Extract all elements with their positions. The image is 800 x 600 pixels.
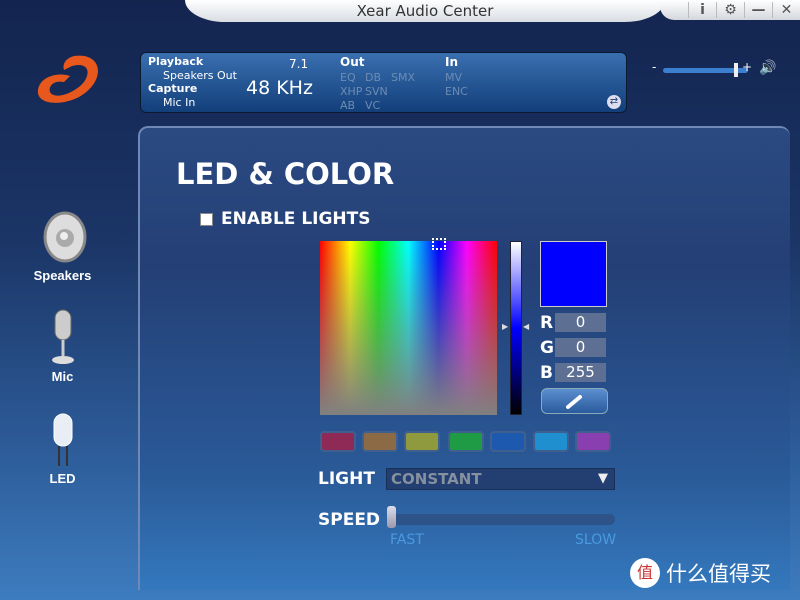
volume-minus: -	[652, 60, 657, 74]
g-input[interactable]: 0	[555, 338, 606, 357]
enable-lights-checkbox[interactable]: ENABLE LIGHTS	[200, 209, 371, 229]
watermark: 值什么值得买	[630, 558, 771, 588]
volume-plus: +	[742, 60, 753, 74]
color-cursor[interactable]	[432, 238, 446, 250]
brand-logo-icon	[37, 55, 98, 103]
minimize-button[interactable]: —	[744, 2, 772, 18]
speed-slow-label: SLOW	[575, 532, 617, 548]
sample-rate: 48 KHz	[246, 77, 313, 99]
light-mode-value: CONSTANT	[391, 470, 482, 488]
g-label: G	[540, 338, 554, 358]
out-xhp: XHP	[340, 85, 363, 98]
page-title: LED & COLOR	[176, 157, 395, 191]
status-panel: Playback Speakers Out Capture Mic In 7.1…	[140, 52, 627, 113]
color-spectrum[interactable]	[320, 241, 497, 415]
out-label: Out	[340, 55, 365, 69]
out-ab: AB	[340, 99, 356, 112]
playback-label: Playback	[148, 55, 204, 68]
sidebar-label: Mic	[51, 369, 74, 384]
enable-lights-label: ENABLE LIGHTS	[221, 209, 371, 229]
brightness-bar[interactable]	[510, 241, 522, 415]
capture-label: Capture	[148, 82, 198, 95]
r-input[interactable]: 0	[555, 313, 606, 332]
speaker-volume-icon[interactable]: 🔊	[759, 60, 776, 76]
close-button[interactable]: ✕	[772, 2, 800, 18]
speed-thumb[interactable]	[387, 506, 396, 528]
eyedropper-button[interactable]	[541, 388, 608, 414]
sidebar-label: LED	[49, 471, 76, 486]
playback-device: Speakers Out	[163, 69, 237, 82]
speed-slider[interactable]	[388, 514, 615, 525]
led-icon	[53, 413, 72, 466]
swatch-cyan[interactable]	[533, 431, 569, 452]
out-vc: VC	[365, 99, 381, 112]
light-mode-dropdown[interactable]: CONSTANT ▼	[386, 468, 615, 490]
brightness-handle-right[interactable]: ◀	[523, 322, 529, 331]
window-title: Xear Audio Center	[185, 0, 665, 22]
chevron-down-icon[interactable]: ▼	[598, 469, 608, 489]
light-label: LIGHT	[318, 469, 375, 489]
sidebar-item-mic[interactable]: Mic	[20, 308, 105, 384]
swatch-red[interactable]	[320, 431, 356, 452]
settings-button[interactable]: ⚙	[716, 2, 744, 18]
out-eq: EQ	[340, 71, 356, 84]
in-mv: MV	[445, 71, 463, 84]
speed-fast-label: FAST	[390, 532, 424, 548]
channels-value: 7.1	[289, 57, 309, 71]
sidebar-item-speakers[interactable]: Speakers	[20, 210, 105, 283]
in-label: In	[445, 55, 459, 69]
swatch-green[interactable]	[448, 431, 484, 452]
swatch-olive[interactable]	[404, 431, 440, 452]
capture-device: Mic In	[163, 96, 196, 109]
watermark-text: 什么值得买	[666, 562, 771, 586]
brightness-handle-left[interactable]: ▶	[502, 322, 508, 331]
checkbox-icon[interactable]	[200, 212, 213, 226]
speed-label: SPEED	[318, 510, 381, 530]
out-svn: SVN	[365, 85, 388, 98]
out-db: DB	[365, 71, 382, 84]
b-label: B	[540, 363, 553, 383]
microphone-icon	[51, 309, 74, 364]
swatch-blue[interactable]	[490, 431, 526, 452]
speaker-icon	[43, 211, 86, 263]
color-preview	[540, 241, 607, 307]
sidebar-item-led[interactable]: LED	[20, 410, 105, 486]
watermark-logo-icon: 值	[630, 558, 660, 588]
r-label: R	[540, 313, 554, 333]
swatch-brown[interactable]	[362, 431, 398, 452]
out-smx: SMX	[391, 71, 416, 84]
b-input[interactable]: 255	[555, 363, 606, 382]
swatch-purple[interactable]	[575, 431, 611, 452]
volume-control: - + 🔊	[652, 60, 782, 78]
swap-icon[interactable]: ⇄	[607, 95, 621, 109]
in-enc: ENC	[445, 85, 468, 98]
window-controls: i ⚙ — ✕	[660, 0, 800, 20]
sidebar-label: Speakers	[33, 268, 92, 283]
eyedropper-icon	[566, 395, 582, 409]
info-button[interactable]: i	[688, 2, 716, 18]
volume-thumb[interactable]	[734, 63, 738, 77]
